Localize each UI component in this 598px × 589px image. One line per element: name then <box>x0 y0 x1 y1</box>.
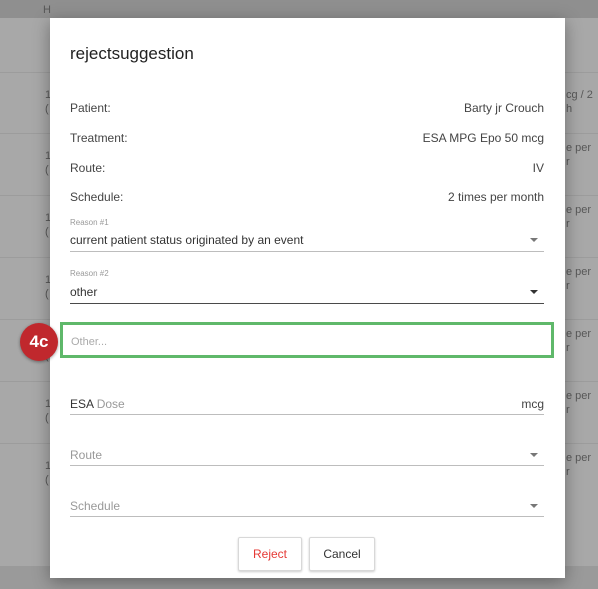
esa-dose-input[interactable]: ESA Dose mcg <box>70 395 544 415</box>
background-row-right: cg / 2 h <box>566 89 593 115</box>
chevron-down-icon[interactable] <box>530 453 538 457</box>
reason-1-caption: Reason #1 <box>70 218 109 227</box>
reason-1-value: current patient status originated by an … <box>70 233 304 247</box>
info-row-schedule: Schedule: 2 times per month <box>70 190 544 206</box>
info-row-route: Route: IV <box>70 161 544 177</box>
cancel-button[interactable]: Cancel <box>309 537 375 571</box>
info-value: 2 times per month <box>447 190 544 204</box>
esa-dose-underline <box>70 414 544 415</box>
background-header-text: H <box>43 4 51 16</box>
reason-2-caption: Reason #2 <box>70 269 109 278</box>
step-badge: 4c <box>20 323 58 361</box>
route-underline <box>70 465 544 466</box>
reason-2-value: other <box>70 285 98 299</box>
dialog-title: rejectsuggestion <box>70 44 194 63</box>
info-row-treatment: Treatment: ESA MPG Epo 50 mcg <box>70 131 544 147</box>
info-label: Schedule: <box>70 190 124 204</box>
reason-1-underline <box>70 251 544 252</box>
info-label: Treatment: <box>70 131 128 145</box>
info-value: Barty jr Crouch <box>463 101 544 115</box>
reason-1-select[interactable]: Reason #1 current patient status origina… <box>70 216 544 252</box>
reject-button[interactable]: Reject <box>238 537 302 571</box>
reject-suggestion-dialog: rejectsuggestion Patient: Barty jr Crouc… <box>50 18 565 578</box>
esa-dose-label: ESA Dose <box>70 397 125 411</box>
route-select[interactable]: Route <box>70 446 544 466</box>
other-reason-input[interactable]: Other... <box>60 322 554 358</box>
info-label: Patient: <box>70 101 111 115</box>
dose-unit: mcg <box>521 397 544 411</box>
schedule-underline <box>70 516 544 517</box>
background-row-right: e per r <box>566 204 592 230</box>
route-placeholder: Route <box>70 448 103 462</box>
reason-2-underline <box>70 303 544 304</box>
info-row-patient: Patient: Barty jr Crouch <box>70 101 544 117</box>
background-row-right: e per r <box>566 142 592 168</box>
chevron-down-icon[interactable] <box>530 238 538 242</box>
background-header: H <box>0 0 598 18</box>
chevron-down-icon[interactable] <box>530 290 538 294</box>
info-label: Route: <box>70 161 106 175</box>
info-value: IV <box>532 161 544 175</box>
reason-2-select[interactable]: Reason #2 other <box>70 267 544 305</box>
background-row-right: e per r <box>566 266 592 292</box>
background-row-right: e per r <box>566 390 592 416</box>
esa-label: ESA <box>70 397 94 411</box>
dose-label: Dose <box>96 397 125 411</box>
background-row-right: e per r <box>566 452 592 478</box>
schedule-select[interactable]: Schedule <box>70 497 544 517</box>
chevron-down-icon[interactable] <box>530 504 538 508</box>
other-placeholder: Other... <box>71 336 108 348</box>
info-value: ESA MPG Epo 50 mcg <box>422 131 544 145</box>
schedule-placeholder: Schedule <box>70 499 121 513</box>
background-row-right: e per r <box>566 328 592 354</box>
